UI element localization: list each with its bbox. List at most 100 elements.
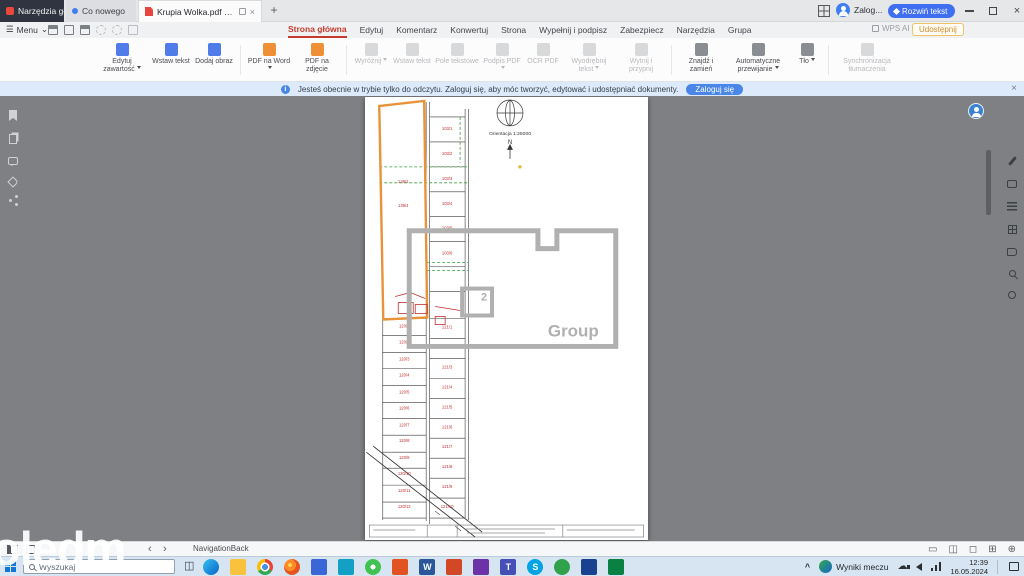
print-icon[interactable] — [64, 25, 74, 35]
user-account[interactable]: Zalog... — [836, 3, 882, 17]
chrome-icon[interactable] — [257, 559, 273, 575]
app-purple-icon[interactable] — [473, 559, 489, 575]
task-view-icon[interactable]: ◫ — [184, 561, 194, 572]
redo-icon[interactable] — [112, 25, 122, 35]
maximize-button[interactable] — [982, 0, 1004, 22]
reader-mode-icon[interactable] — [1007, 248, 1017, 256]
layout-grid-icon[interactable] — [1008, 225, 1017, 234]
save-icon[interactable] — [48, 25, 58, 35]
quick-access-toolbar — [48, 25, 138, 35]
powerpoint-icon[interactable] — [446, 559, 462, 575]
taskbar-clock[interactable]: 12:39 16.05.2024 — [950, 558, 988, 576]
tab-close-icon[interactable]: × — [250, 7, 255, 17]
office-icon[interactable] — [392, 559, 408, 575]
firefox-icon[interactable] — [284, 559, 300, 575]
app-teal-icon[interactable] — [338, 559, 354, 575]
zoom-icon[interactable]: ⊕ — [1008, 544, 1016, 555]
skype-icon[interactable]: S — [527, 559, 543, 575]
tray-chevron-icon[interactable]: ^ — [805, 562, 810, 572]
excel-icon[interactable] — [608, 559, 624, 575]
wps-ai-label: WPS AI — [882, 24, 910, 33]
tab-edytuj[interactable]: Edytuj — [360, 24, 384, 37]
add-image-button[interactable]: Dodaj obraz — [194, 40, 234, 80]
highlighted-parcel-outline — [379, 101, 427, 320]
tab-strona-glowna[interactable]: Strona główna — [288, 23, 347, 38]
login-button[interactable]: Zaloguj się — [686, 84, 743, 95]
start-button[interactable] — [5, 561, 16, 572]
fit-page-icon[interactable]: ◻ — [969, 544, 977, 555]
notice-close-icon[interactable]: × — [1011, 83, 1017, 94]
tag-icon[interactable] — [7, 176, 18, 187]
windows-taskbar: Wyszukaj ◫ W T S ^ Wyniki meczu ☁ 12:39 … — [0, 556, 1024, 576]
action-center-icon[interactable] — [1009, 562, 1019, 571]
tab-komentarz[interactable]: Komentarz — [396, 24, 437, 37]
volume-icon[interactable] — [916, 563, 922, 571]
taskbar-search[interactable]: Wyszukaj — [23, 559, 175, 574]
tab-narzedzia[interactable]: Narzędzia — [677, 24, 715, 37]
tab-strona[interactable]: Strona — [501, 24, 526, 37]
comments-icon[interactable] — [8, 157, 18, 165]
edit-content-button[interactable]: Edytuj zawartość — [96, 40, 148, 80]
sidebar-toggle-icon[interactable] — [7, 545, 18, 554]
thumbnails-icon[interactable] — [9, 134, 17, 144]
pdf-to-image-button[interactable]: PDF na zdjęcie — [294, 40, 340, 80]
parcel-label: 121/6 — [442, 424, 453, 429]
tab-konwertuj[interactable]: Konwertuj — [450, 24, 488, 37]
tab-tools[interactable]: Narzędzia głó — [0, 0, 64, 22]
whatsapp-icon[interactable] — [365, 559, 381, 575]
close-button[interactable]: × — [1006, 0, 1024, 22]
system-tray: ^ Wyniki meczu ☁ 12:39 16.05.2024 — [805, 558, 1024, 576]
tab-document-label: Krupia Wolka.pdf mapka pod... — [157, 7, 235, 17]
pdf-to-word-button[interactable]: PDF na Word — [247, 40, 291, 80]
tab-document[interactable]: Krupia Wolka.pdf mapka pod... × — [138, 0, 262, 22]
menu-button[interactable]: ☰ Menu ⌄ — [6, 24, 48, 35]
grid-view-icon[interactable]: ⊞ — [988, 544, 996, 555]
prev-page-icon[interactable]: ‹ — [148, 542, 152, 556]
teams-icon[interactable]: T — [500, 559, 516, 575]
network-icon[interactable] — [931, 562, 941, 571]
wps-ai-button[interactable]: WPS AI — [872, 24, 910, 33]
news-widget[interactable]: Wyniki meczu — [819, 560, 888, 573]
translate-sync-button: Synchronizacja tłumaczenia — [835, 40, 899, 80]
search-icon[interactable] — [1009, 270, 1016, 277]
word-icon[interactable]: W — [419, 559, 435, 575]
settings-gear-icon[interactable] — [1008, 291, 1016, 299]
minimize-button[interactable] — [958, 0, 980, 22]
tab-zabezpiecz[interactable]: Zabezpiecz — [620, 24, 663, 37]
find-replace-button[interactable]: Znajdź i zamień — [678, 40, 724, 80]
outline-list-icon[interactable] — [1007, 202, 1017, 211]
comment-panel-icon[interactable] — [1007, 180, 1017, 188]
two-page-view-icon[interactable]: ◫ — [948, 544, 957, 555]
background-button[interactable]: Tło — [792, 40, 822, 80]
app-blue-icon[interactable] — [311, 559, 327, 575]
apps-grid-icon[interactable] — [818, 5, 830, 17]
annotate-pen-icon[interactable] — [1008, 156, 1017, 166]
app-green-icon[interactable] — [554, 559, 570, 575]
insert-text-button[interactable]: Wstaw tekst — [151, 40, 191, 80]
edge-icon[interactable] — [203, 559, 219, 575]
vertical-scrollbar[interactable] — [986, 150, 991, 215]
navigation-back-button[interactable]: NavigationBack — [193, 544, 249, 553]
more-tools-icon[interactable] — [128, 25, 138, 35]
tab-whats-new[interactable]: Co nowego — [66, 0, 136, 22]
bookmark-icon[interactable] — [9, 110, 17, 121]
app-navy-icon[interactable] — [581, 559, 597, 575]
folder-icon[interactable] — [230, 559, 246, 575]
pdf-to-word-icon — [263, 43, 276, 56]
new-tab-button[interactable]: + — [266, 3, 282, 19]
export-icon[interactable] — [80, 25, 90, 35]
undo-icon[interactable] — [96, 25, 106, 35]
show-desktop-divider[interactable] — [997, 560, 998, 574]
share-button[interactable]: Udostępnij — [912, 23, 964, 36]
autoscroll-button[interactable]: Automatyczne przewijanie — [727, 40, 789, 80]
upgrade-button[interactable]: Rozwiń tekst — [888, 4, 955, 18]
collaborator-avatar[interactable] — [968, 103, 984, 119]
single-page-view-icon[interactable]: ▭ — [928, 544, 937, 555]
page-view-icon[interactable] — [26, 545, 35, 554]
tab-grupa[interactable]: Grupa — [728, 24, 752, 37]
pdf-page[interactable]: Orientacja 1:25000 N 139/2 139/4 120/1 1… — [365, 97, 648, 540]
share-nodes-icon[interactable] — [9, 199, 12, 202]
next-page-icon[interactable]: › — [163, 542, 167, 556]
onedrive-cloud-icon[interactable]: ☁ — [897, 562, 907, 572]
tab-wypelnij-i-podpisz[interactable]: Wypełnij i podpisz — [539, 24, 607, 37]
